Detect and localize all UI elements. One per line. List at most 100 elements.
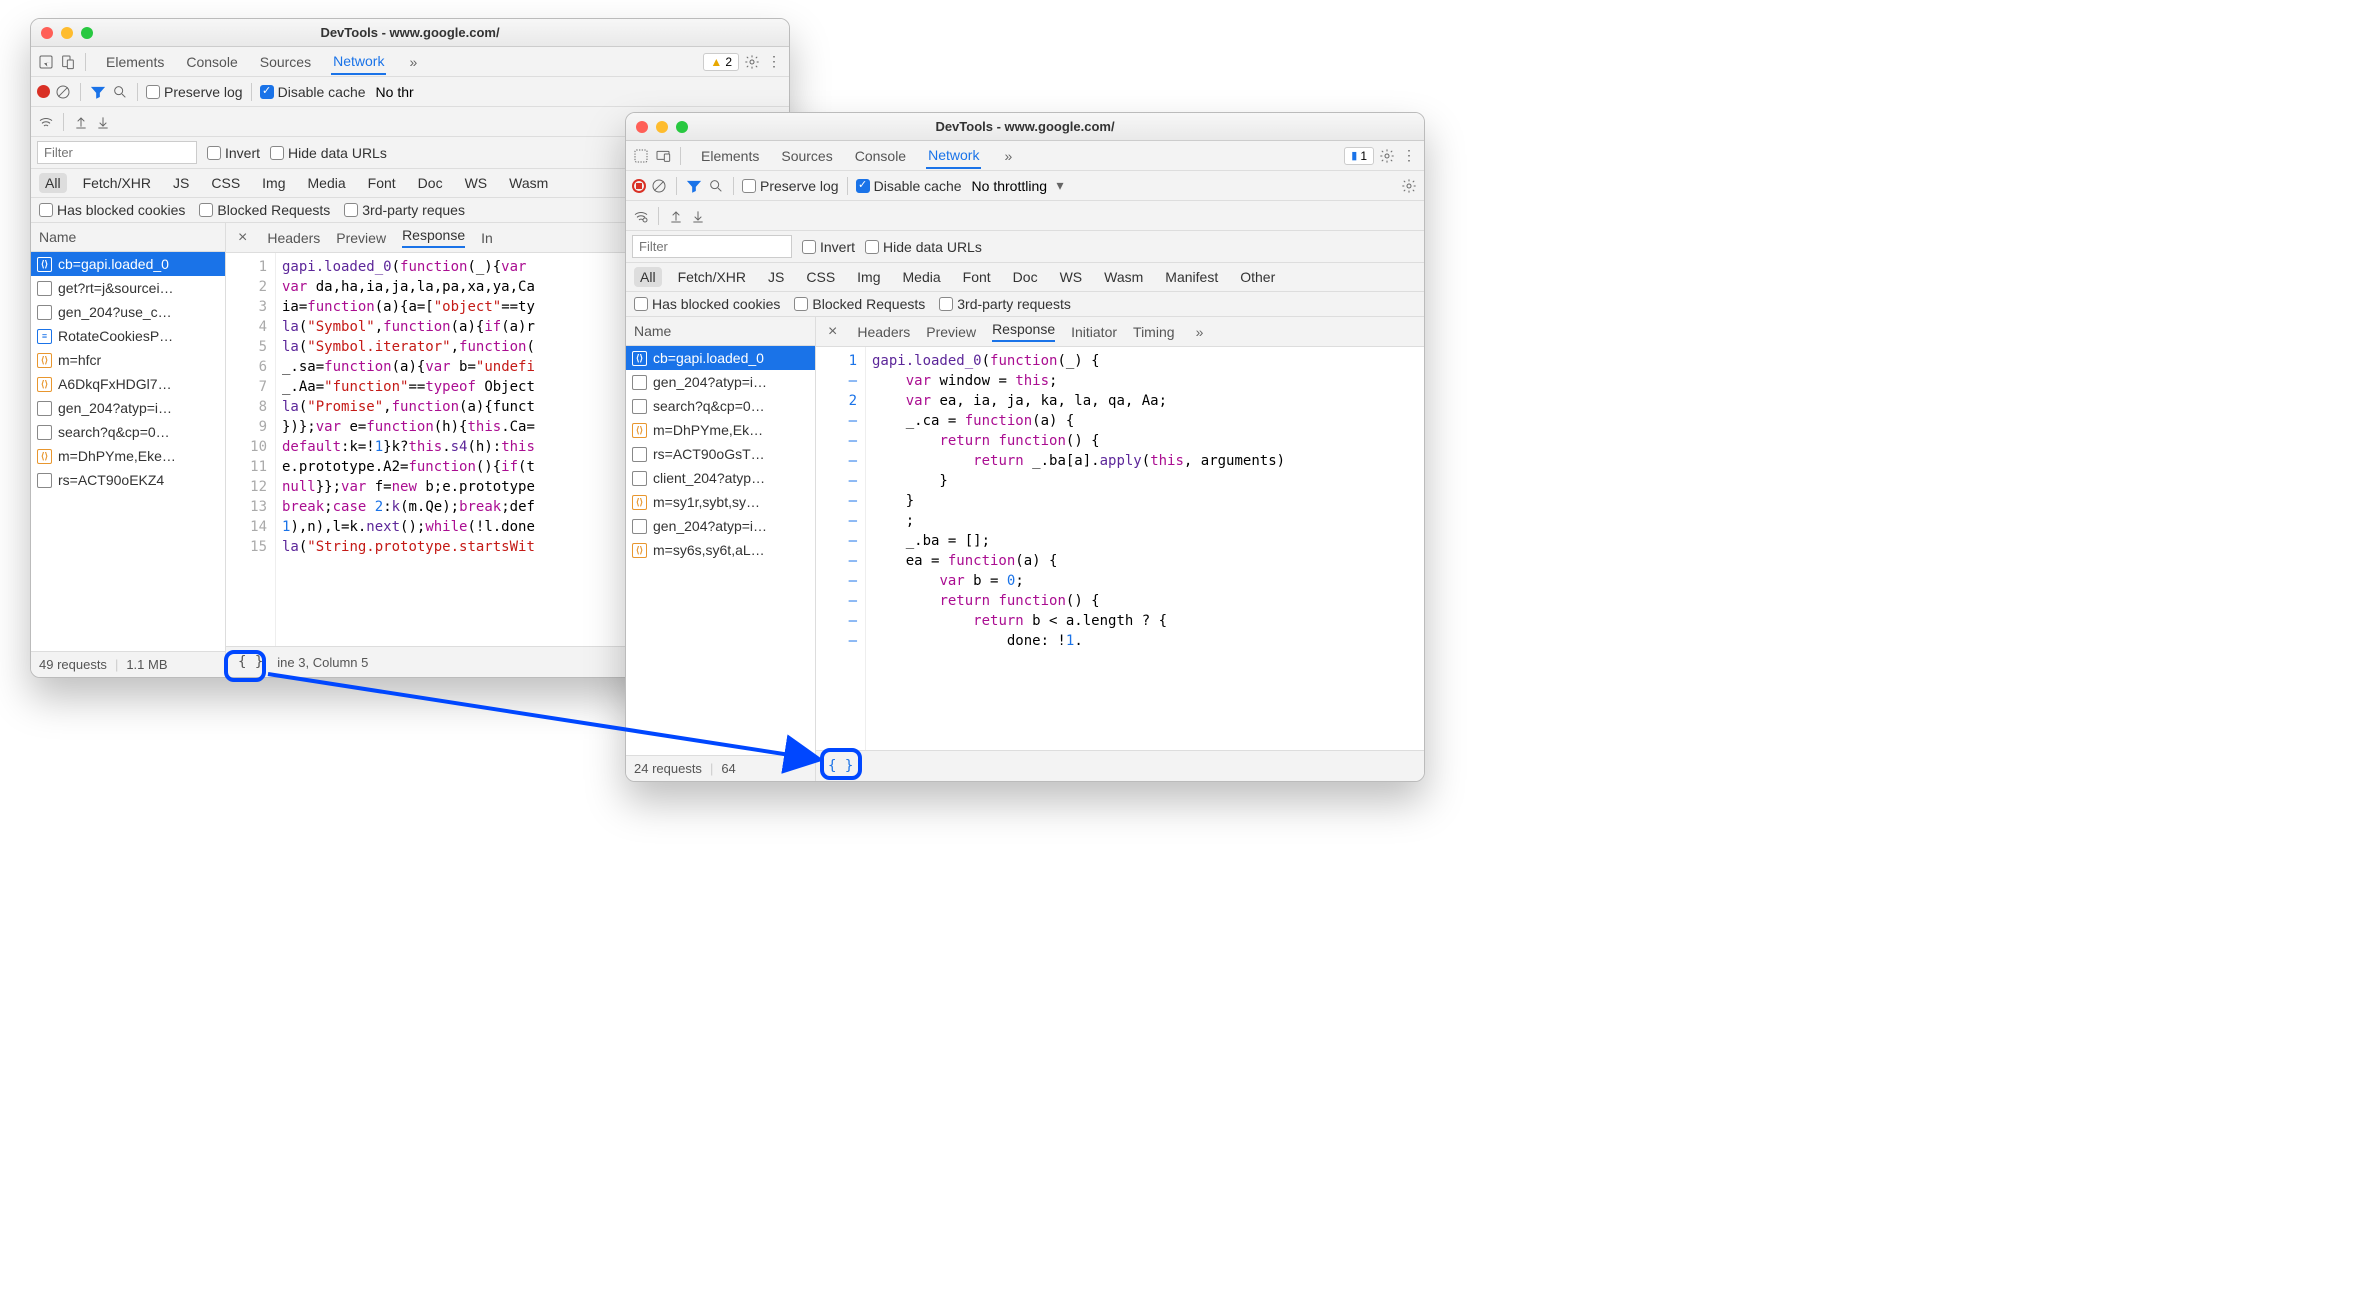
filter-doc[interactable]: Doc <box>1007 267 1044 287</box>
third-party-checkbox[interactable]: 3rd-party reques <box>344 202 465 218</box>
titlebar[interactable]: DevTools - www.google.com/ <box>31 19 789 47</box>
invert-checkbox[interactable]: Invert <box>207 145 260 161</box>
close-icon[interactable]: × <box>234 229 251 247</box>
filter-css[interactable]: CSS <box>205 173 246 193</box>
pretty-print-icon[interactable]: { } <box>234 652 267 672</box>
request-row[interactable]: ⟨⟩m=sy1r,sybt,sy… <box>626 490 815 514</box>
record-icon[interactable] <box>37 85 50 98</box>
request-row[interactable]: search?q&cp=0… <box>31 420 225 444</box>
chevron-down-icon[interactable]: ▾ <box>1051 177 1069 195</box>
close-icon[interactable]: × <box>824 323 841 341</box>
disable-cache-checkbox[interactable]: Disable cache <box>260 84 366 100</box>
filter-js[interactable]: JS <box>167 173 195 193</box>
inspect-icon[interactable] <box>632 147 650 165</box>
filter-ws[interactable]: WS <box>1054 267 1089 287</box>
tab-response[interactable]: Response <box>402 227 465 248</box>
more-tabs-icon[interactable]: » <box>999 147 1017 165</box>
disable-cache-checkbox[interactable]: Disable cache <box>856 178 962 194</box>
preserve-log-checkbox[interactable]: Preserve log <box>742 178 839 194</box>
filter-input[interactable] <box>37 141 197 164</box>
search-icon[interactable] <box>707 177 725 195</box>
filter-font[interactable]: Font <box>957 267 997 287</box>
download-icon[interactable] <box>689 207 707 225</box>
clear-icon[interactable] <box>54 83 72 101</box>
tab-preview[interactable]: Preview <box>336 230 386 246</box>
filter-js[interactable]: JS <box>762 267 790 287</box>
source-text[interactable]: gapi.loaded_0(function(_) { var window =… <box>866 347 1424 750</box>
search-icon[interactable] <box>111 83 129 101</box>
tab-timing[interactable]: Timing <box>1133 324 1175 340</box>
preserve-log-checkbox[interactable]: Preserve log <box>146 84 243 100</box>
name-column-header[interactable]: Name <box>626 317 815 346</box>
filter-input[interactable] <box>632 235 792 258</box>
tab-console[interactable]: Console <box>853 144 908 168</box>
blocked-cookies-checkbox[interactable]: Has blocked cookies <box>39 202 185 218</box>
filter-manifest[interactable]: Manifest <box>1159 267 1224 287</box>
name-column-header[interactable]: Name <box>31 223 225 252</box>
download-icon[interactable] <box>94 113 112 131</box>
kebab-icon[interactable]: ⋮ <box>1400 147 1418 165</box>
close-icon[interactable] <box>636 121 648 133</box>
request-row[interactable]: search?q&cp=0… <box>626 394 815 418</box>
settings-icon[interactable] <box>1378 147 1396 165</box>
filter-media[interactable]: Media <box>302 173 352 193</box>
device-icon[interactable] <box>654 147 672 165</box>
filter-doc[interactable]: Doc <box>412 173 449 193</box>
filter-img[interactable]: Img <box>851 267 886 287</box>
pretty-print-icon[interactable]: { } <box>824 756 857 776</box>
request-row[interactable]: ⟨⟩A6DkqFxHDGl7… <box>31 372 225 396</box>
request-row[interactable]: rs=ACT90oEKZ4 <box>31 468 225 492</box>
network-conditions-icon[interactable] <box>37 113 55 131</box>
titlebar[interactable]: DevTools - www.google.com/ <box>626 113 1424 141</box>
upload-icon[interactable] <box>667 207 685 225</box>
inspect-icon[interactable] <box>37 53 55 71</box>
hide-data-urls-checkbox[interactable]: Hide data URLs <box>865 239 982 255</box>
third-party-checkbox[interactable]: 3rd-party requests <box>939 296 1071 312</box>
kebab-icon[interactable]: ⋮ <box>765 53 783 71</box>
filter-img[interactable]: Img <box>256 173 291 193</box>
maximize-icon[interactable] <box>676 121 688 133</box>
request-row[interactable]: get?rt=j&sourcei… <box>31 276 225 300</box>
messages-badge[interactable]: ▮1 <box>1344 147 1374 165</box>
request-row[interactable]: gen_204?atyp=i… <box>626 370 815 394</box>
tab-preview[interactable]: Preview <box>926 324 976 340</box>
minimize-icon[interactable] <box>61 27 73 39</box>
request-row[interactable]: gen_204?atyp=i… <box>626 514 815 538</box>
filter-fetch[interactable]: Fetch/XHR <box>672 267 752 287</box>
request-row[interactable]: rs=ACT90oGsT… <box>626 442 815 466</box>
request-row[interactable]: gen_204?use_c… <box>31 300 225 324</box>
minimize-icon[interactable] <box>656 121 668 133</box>
filter-all[interactable]: All <box>39 173 67 193</box>
filter-other[interactable]: Other <box>1234 267 1281 287</box>
throttling-select[interactable]: No thr <box>376 84 414 100</box>
hide-data-urls-checkbox[interactable]: Hide data URLs <box>270 145 387 161</box>
tab-network[interactable]: Network <box>926 143 981 169</box>
tab-response[interactable]: Response <box>992 321 1055 342</box>
settings-icon[interactable] <box>743 53 761 71</box>
request-row[interactable]: ⟨⟩cb=gapi.loaded_0 <box>626 346 815 370</box>
request-row[interactable]: ⟨⟩m=DhPYme,Ek… <box>626 418 815 442</box>
tab-sources[interactable]: Sources <box>258 50 313 74</box>
filter-wasm[interactable]: Wasm <box>503 173 554 193</box>
tab-initiator[interactable]: In <box>481 230 493 246</box>
tab-network[interactable]: Network <box>331 49 386 75</box>
request-row[interactable]: ⟨⟩m=hfcr <box>31 348 225 372</box>
filter-fetch[interactable]: Fetch/XHR <box>77 173 157 193</box>
filter-font[interactable]: Font <box>362 173 402 193</box>
filter-all[interactable]: All <box>634 267 662 287</box>
throttling-select[interactable]: No throttling <box>972 178 1047 194</box>
filter-ws[interactable]: WS <box>459 173 494 193</box>
tab-console[interactable]: Console <box>184 50 239 74</box>
tab-initiator[interactable]: Initiator <box>1071 324 1117 340</box>
tab-elements[interactable]: Elements <box>699 144 761 168</box>
close-icon[interactable] <box>41 27 53 39</box>
more-tabs-icon[interactable]: » <box>1191 323 1209 341</box>
blocked-requests-checkbox[interactable]: Blocked Requests <box>794 296 925 312</box>
request-row[interactable]: ⟨⟩cb=gapi.loaded_0 <box>31 252 225 276</box>
blocked-requests-checkbox[interactable]: Blocked Requests <box>199 202 330 218</box>
request-row[interactable]: client_204?atyp… <box>626 466 815 490</box>
maximize-icon[interactable] <box>81 27 93 39</box>
network-settings-icon[interactable] <box>1400 177 1418 195</box>
more-tabs-icon[interactable]: » <box>404 53 422 71</box>
tab-sources[interactable]: Sources <box>779 144 834 168</box>
